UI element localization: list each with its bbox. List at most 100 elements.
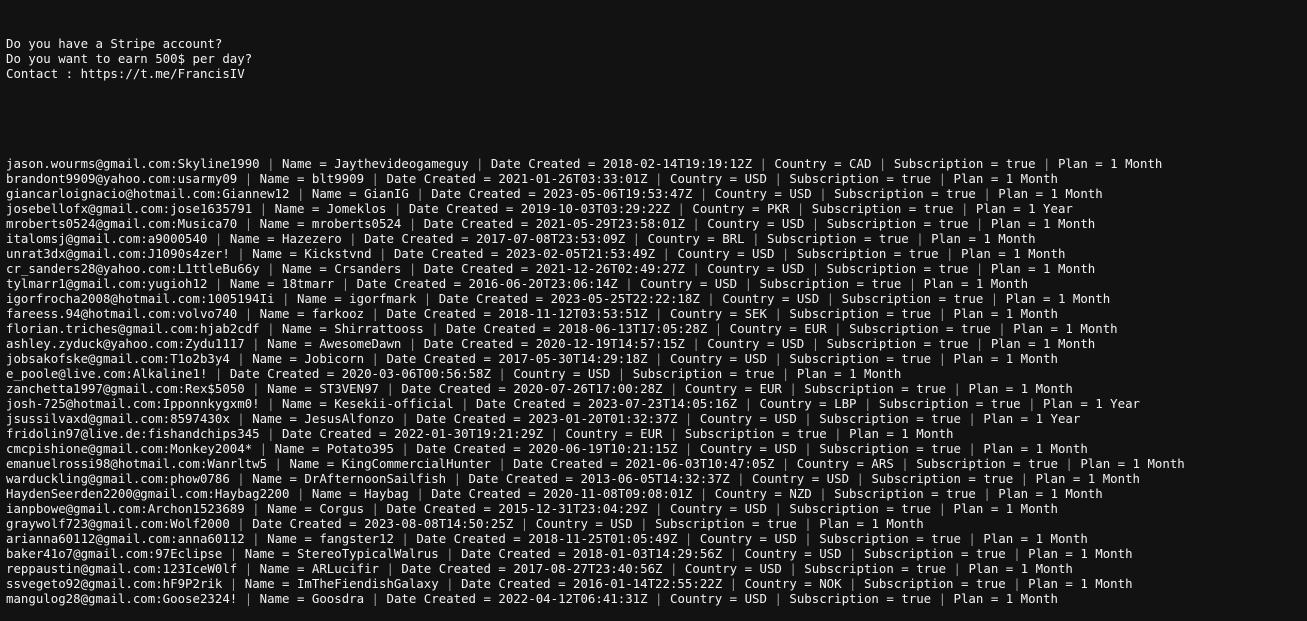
plan-label: Plan = bbox=[998, 486, 1051, 501]
name-label: Name = bbox=[259, 561, 312, 576]
field-separator: | bbox=[856, 396, 879, 411]
plan-label: Plan = bbox=[968, 381, 1021, 396]
record-line: josebellofx@gmail.com:jose1635791 | Name… bbox=[6, 201, 1307, 216]
plan-label: Plan = bbox=[953, 501, 1006, 516]
country-label: Country = bbox=[669, 501, 745, 516]
date-created-label: Date Created = bbox=[423, 216, 536, 231]
field-separator: | bbox=[722, 546, 745, 561]
plan-value: 1 Month bbox=[1020, 381, 1073, 396]
subscription-label: Subscription = bbox=[893, 156, 1006, 171]
country-label: Country = bbox=[714, 186, 790, 201]
date-created-label: Date Created = bbox=[461, 546, 573, 561]
record-line: brandont9909@yahoo.com:usarmy09 | Name =… bbox=[6, 171, 1307, 186]
field-separator: | bbox=[267, 456, 290, 471]
subscription-value: true bbox=[946, 486, 976, 501]
name-value: Kickstvnd bbox=[304, 246, 372, 261]
record-line: reppaustin@gmail.com:123IceW0lf | Name =… bbox=[6, 561, 1307, 576]
record-line: giancarloignacio@hotmail.com:Giannew12 |… bbox=[6, 186, 1307, 201]
field-separator: | bbox=[960, 411, 984, 426]
country-value: LBP bbox=[834, 396, 857, 411]
record-line: cr_sanders28@yahoo.com:L1ttleBu66y | Nam… bbox=[6, 261, 1307, 276]
field-separator: | bbox=[364, 501, 387, 516]
plan-label: Plan = bbox=[953, 351, 1006, 366]
subscription-label: Subscription = bbox=[871, 471, 984, 486]
name-value: ARLucifir bbox=[311, 561, 380, 576]
date-created-label: Date Created = bbox=[386, 351, 499, 366]
plan-value: 1 Month bbox=[1013, 246, 1066, 261]
country-label: Country = bbox=[744, 576, 820, 591]
plan-value: 1 Month bbox=[1080, 576, 1133, 591]
credentials-value: jason.wourms@gmail.com:Skyline1990 bbox=[6, 156, 260, 171]
credentials-value: emanuelrossi98@hotmail.com:Wanrltw5 bbox=[6, 456, 268, 471]
field-separator: | bbox=[490, 456, 514, 471]
subscription-value: true bbox=[901, 306, 932, 321]
country-value: NZD bbox=[789, 486, 812, 501]
field-separator: | bbox=[259, 426, 283, 441]
date-created-value: 2013-06-05T14:32:37Z bbox=[580, 471, 730, 486]
name-label: Name = bbox=[311, 186, 365, 201]
name-label: Name = bbox=[252, 246, 305, 261]
field-separator: | bbox=[222, 546, 245, 561]
subscription-value: true bbox=[916, 561, 947, 576]
country-label: Country = bbox=[669, 591, 745, 606]
subscription-value: true bbox=[931, 441, 961, 456]
subscription-value: true bbox=[901, 351, 932, 366]
country-value: NOK bbox=[819, 576, 842, 591]
subscription-value: true bbox=[938, 216, 969, 231]
record-line: warduckling@gmail.com:phow0786 | Name = … bbox=[6, 471, 1307, 486]
subscription-value: true bbox=[990, 396, 1021, 411]
plan-value: 1 Month bbox=[1065, 321, 1118, 336]
plan-label: Plan = bbox=[1043, 396, 1096, 411]
country-label: Country = bbox=[565, 426, 641, 441]
country-value: USD bbox=[744, 591, 767, 606]
country-label: Country = bbox=[699, 441, 775, 456]
field-separator: | bbox=[893, 456, 917, 471]
date-created-label: Date Created = bbox=[431, 486, 544, 501]
country-label: Country = bbox=[647, 231, 723, 246]
record-line: josh-725@hotmail.com:Ipponnkygxm0! | Nam… bbox=[6, 396, 1307, 411]
banner-records-spacer bbox=[6, 111, 1307, 126]
plan-label: Plan = bbox=[990, 336, 1044, 351]
plan-value: 1 Month bbox=[1005, 171, 1058, 186]
date-created-label: Date Created = bbox=[386, 306, 499, 321]
field-separator: | bbox=[259, 396, 283, 411]
field-separator: | bbox=[207, 276, 230, 291]
record-line: igorfrocha2008@hotmail.com:1005194Ii | N… bbox=[6, 291, 1307, 306]
country-label: Country = bbox=[699, 531, 775, 546]
date-created-value: 2020-06-19T10:21:15Z bbox=[528, 441, 678, 456]
plan-label: Plan = bbox=[1013, 321, 1066, 336]
date-created-value: 2020-11-08T09:08:01Z bbox=[543, 486, 693, 501]
field-separator: | bbox=[669, 201, 693, 216]
subscription-label: Subscription = bbox=[834, 486, 947, 501]
credentials-value: cr_sanders28@yahoo.com:L1ttleBu66y bbox=[6, 261, 260, 276]
name-value: JesusAlfonzo bbox=[304, 411, 394, 426]
field-separator: | bbox=[931, 171, 954, 186]
date-created-label: Date Created = bbox=[438, 291, 551, 306]
field-separator: | bbox=[371, 246, 394, 261]
subscription-label: Subscription = bbox=[863, 576, 976, 591]
field-separator: | bbox=[804, 216, 827, 231]
date-created-value: 2021-01-26T03:33:01Z bbox=[498, 171, 648, 186]
country-value: EUR bbox=[804, 321, 827, 336]
record-line: unrat3dx@gmail.com:J1090s4zer! | Name = … bbox=[6, 246, 1307, 261]
name-value: mroberts0524 bbox=[311, 216, 402, 231]
credentials-value: giancarloignacio@hotmail.com:Giannew12 bbox=[6, 186, 290, 201]
field-separator: | bbox=[684, 336, 708, 351]
field-separator: | bbox=[707, 321, 730, 336]
plan-label: Plan = bbox=[1028, 576, 1081, 591]
plan-value: 1 Month bbox=[871, 516, 924, 531]
date-created-value: 2018-06-13T17:05:28Z bbox=[558, 321, 708, 336]
subscription-label: Subscription = bbox=[684, 426, 797, 441]
name-value: KingCommercialHunter bbox=[341, 456, 491, 471]
field-separator: | bbox=[684, 216, 708, 231]
date-created-value: 2021-05-29T23:58:01Z bbox=[535, 216, 685, 231]
field-separator: | bbox=[811, 486, 835, 501]
name-value: GianIG bbox=[364, 186, 409, 201]
date-created-value: 2022-01-30T19:21:29Z bbox=[393, 426, 544, 441]
country-value: SEK bbox=[744, 306, 767, 321]
plan-value: 1 Month bbox=[983, 231, 1036, 246]
name-value: Haybag bbox=[364, 486, 409, 501]
field-separator: | bbox=[938, 246, 961, 261]
credentials-value: josh-725@hotmail.com:Ipponnkygxm0! bbox=[6, 396, 260, 411]
field-separator: | bbox=[222, 576, 245, 591]
